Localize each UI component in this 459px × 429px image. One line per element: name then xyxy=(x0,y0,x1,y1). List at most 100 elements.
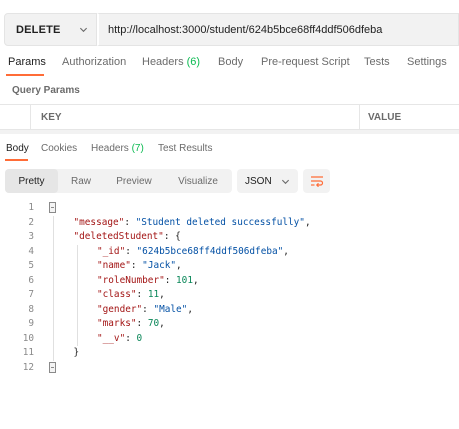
wrap-lines-icon xyxy=(310,176,323,187)
tab-label: Headers xyxy=(91,143,129,154)
key-column-header: KEY xyxy=(41,112,62,123)
line-number: 1 xyxy=(28,202,34,213)
visualize-button[interactable]: Visualize xyxy=(164,169,232,193)
response-tab-cookies[interactable]: Cookies xyxy=(41,143,77,154)
json-punctuation: , xyxy=(192,274,199,286)
url-text: http://localhost:3000/student/624b5bce68… xyxy=(108,23,383,36)
json-punctuation: : xyxy=(136,289,148,300)
code-line: 2 "message": "Student deleted successfull… xyxy=(0,216,459,230)
json-key: "name" xyxy=(97,260,131,271)
json-punctuation: } xyxy=(73,347,80,358)
tab-label: Settings xyxy=(407,56,447,68)
tab-body[interactable]: Body xyxy=(218,56,243,68)
tab-label: Pre-request Script xyxy=(261,56,350,68)
json-key: "message" xyxy=(73,216,125,228)
json-punctuation: : { xyxy=(163,231,181,242)
line-number: 12 xyxy=(22,361,34,373)
line-number: 2 xyxy=(28,216,34,228)
json-number: 11 xyxy=(147,289,160,300)
query-params-title: Query Params xyxy=(12,85,80,96)
pane-divider[interactable] xyxy=(0,130,459,134)
line-number: 7 xyxy=(28,289,34,300)
line-number: 4 xyxy=(28,245,34,257)
json-punctuation: , xyxy=(159,318,165,329)
tab-label: Tests xyxy=(364,56,390,68)
line-number: 10 xyxy=(22,332,34,344)
code-text: "marks": 70, xyxy=(97,317,165,331)
fold-marker-icon[interactable] xyxy=(49,202,56,213)
request-bar: DELETE http://localhost:3000/student/624… xyxy=(4,13,459,46)
language-select[interactable]: JSON xyxy=(237,169,298,193)
json-punctuation: : xyxy=(142,303,154,315)
pretty-button[interactable]: Pretty xyxy=(5,169,58,193)
tab-settings[interactable]: Settings xyxy=(407,56,447,68)
code-text: "gender": "Male", xyxy=(97,303,193,317)
code-line: 10 "__v": 0 xyxy=(0,332,459,346)
chevron-down-icon xyxy=(281,179,290,185)
fold-marker-icon[interactable] xyxy=(49,361,56,373)
code-text: "name": "Jack", xyxy=(97,259,182,273)
tab-label: Body xyxy=(6,143,29,154)
json-punctuation: , xyxy=(187,303,193,315)
method-label: DELETE xyxy=(16,23,61,36)
line-number: 6 xyxy=(28,274,34,286)
json-key: "marks" xyxy=(97,318,137,329)
json-punctuation: : xyxy=(164,274,177,286)
code-text: "deletedStudent": { xyxy=(74,230,181,244)
tab-tests[interactable]: Tests xyxy=(364,56,390,68)
active-tab-indicator xyxy=(5,159,28,161)
line-number: 5 xyxy=(28,260,34,271)
code-text: "_id": "624b5bce68ff4ddf506dfeba", xyxy=(97,245,289,259)
language-label: JSON xyxy=(245,175,272,187)
column-divider xyxy=(30,105,31,130)
tab-count: (6) xyxy=(186,56,201,68)
json-punctuation: : xyxy=(130,260,143,271)
json-key: "deletedStudent" xyxy=(73,231,164,242)
active-tab-indicator xyxy=(6,74,44,76)
json-punctuation: : xyxy=(125,332,137,344)
wrap-lines-button[interactable] xyxy=(303,169,330,193)
json-string: "Student deleted successfully" xyxy=(135,216,305,228)
code-line: 8 "gender": "Male", xyxy=(0,303,459,317)
tab-params[interactable]: Params xyxy=(8,56,46,68)
code-line: 3 "deletedStudent": { xyxy=(0,230,459,244)
json-key: "class" xyxy=(97,289,137,300)
indent-guide xyxy=(77,244,78,346)
tab-pre-request-script[interactable]: Pre-request Script xyxy=(261,56,350,68)
code-line: 6 "roleNumber": 101, xyxy=(0,274,459,288)
json-key: "__v" xyxy=(97,332,126,344)
json-number: 101 xyxy=(176,274,193,286)
line-number: 9 xyxy=(28,318,34,329)
tab-label: Params xyxy=(8,56,46,68)
url-input[interactable]: http://localhost:3000/student/624b5bce68… xyxy=(97,13,459,46)
response-tabs: Body Cookies Headers (7) Test Results xyxy=(0,143,459,161)
code-text: "class": 11, xyxy=(97,288,165,302)
response-tab-body[interactable]: Body xyxy=(6,143,29,154)
request-tabs: Params Authorization Headers (6) Body Pr… xyxy=(0,56,459,76)
json-string: "Male" xyxy=(153,303,188,315)
response-tab-headers[interactable]: Headers (7) xyxy=(91,143,144,154)
chevron-down-icon xyxy=(79,27,88,33)
tab-headers[interactable]: Headers (6) xyxy=(142,56,200,68)
line-number: 8 xyxy=(28,303,34,315)
preview-button[interactable]: Preview xyxy=(104,169,164,193)
tab-label: Body xyxy=(218,56,244,68)
line-number: 11 xyxy=(22,347,34,358)
method-select[interactable]: DELETE xyxy=(4,13,97,46)
indent-guide xyxy=(53,215,54,361)
code-text: "__v": 0 xyxy=(97,332,142,346)
query-params-table: KEY VALUE xyxy=(0,104,459,130)
code-line: 9 "marks": 70, xyxy=(0,317,459,331)
json-punctuation: , xyxy=(159,289,165,300)
tab-label: Authorization xyxy=(62,56,127,68)
response-tab-test-results[interactable]: Test Results xyxy=(158,143,212,154)
code-line: 12 xyxy=(0,361,459,375)
json-punctuation: : xyxy=(125,245,137,257)
json-punctuation: : xyxy=(124,216,136,228)
json-string: "Jack" xyxy=(142,260,177,271)
code-line: 1 xyxy=(0,201,459,215)
tab-authorization[interactable]: Authorization xyxy=(62,56,126,68)
column-divider xyxy=(359,105,360,130)
raw-button[interactable]: Raw xyxy=(58,169,104,193)
view-mode-group: Pretty Raw Preview Visualize xyxy=(5,169,232,193)
